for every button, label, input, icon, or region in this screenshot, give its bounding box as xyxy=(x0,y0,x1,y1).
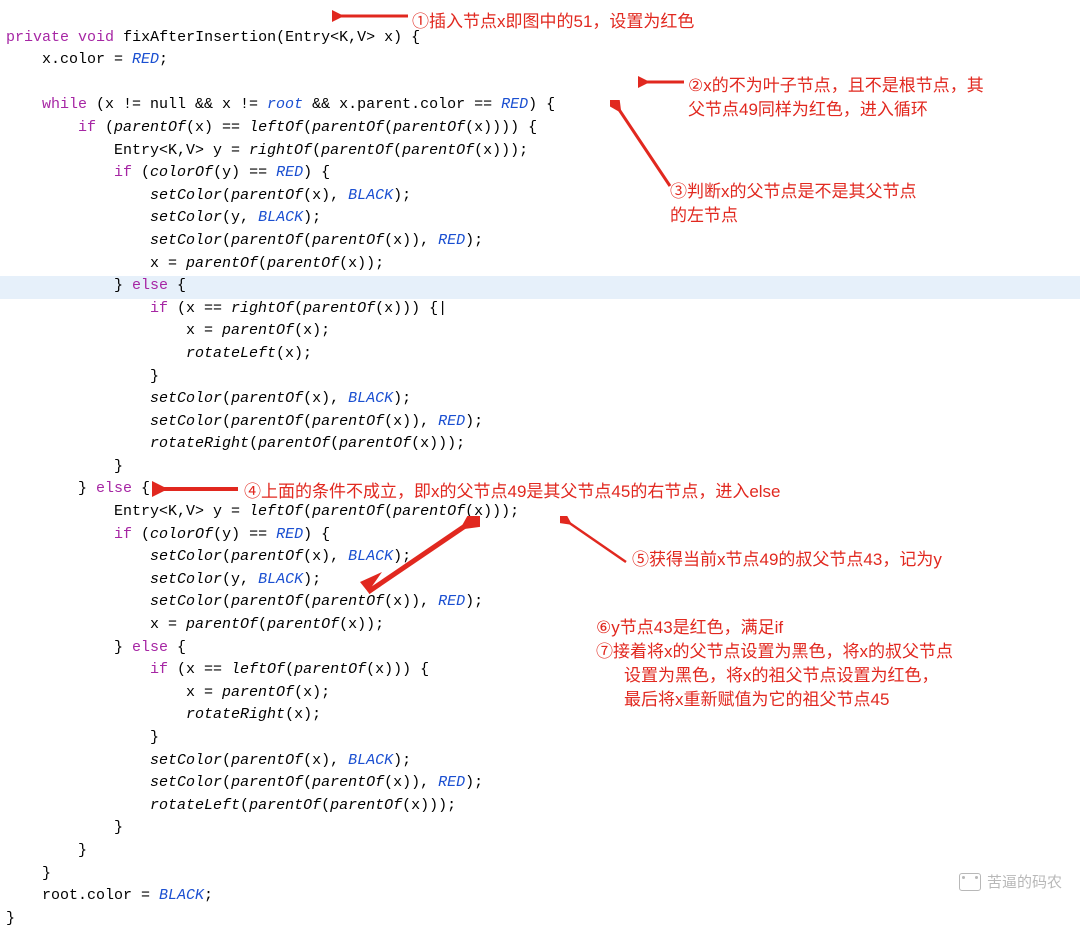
annotation-2a: ②x的不为叶子节点，且不是根节点，其 xyxy=(688,74,984,98)
code-block: private void fixAfterInsertion(Entry<K,V… xyxy=(0,0,1080,930)
annotation-5: ⑤获得当前x节点49的叔父节点43，记为y xyxy=(632,548,942,572)
annotation-4: ④上面的条件不成立，即x的父节点49是其父节点45的右节点，进入else xyxy=(244,480,781,504)
annotation-6: ⑥y节点43是红色，满足if xyxy=(596,616,783,640)
annotation-2b: 父节点49同样为红色，进入循环 xyxy=(688,98,928,122)
annotation-3a: ③判断x的父节点是不是其父节点 xyxy=(670,180,917,204)
annotation-3b: 的左节点 xyxy=(670,204,738,228)
annotation-7a: ⑦接着将x的父节点设置为黑色，将x的叔父节点 xyxy=(596,640,953,664)
watermark: 苦逼的码农 xyxy=(959,871,1062,892)
wechat-icon xyxy=(959,873,981,891)
watermark-text: 苦逼的码农 xyxy=(987,871,1062,892)
annotation-7b: 设置为黑色，将x的祖父节点设置为红色， xyxy=(624,664,939,688)
annotation-1: ①插入节点x即图中的51，设置为红色 xyxy=(412,10,694,34)
annotation-7c: 最后将x重新赋值为它的祖父节点45 xyxy=(624,688,889,712)
